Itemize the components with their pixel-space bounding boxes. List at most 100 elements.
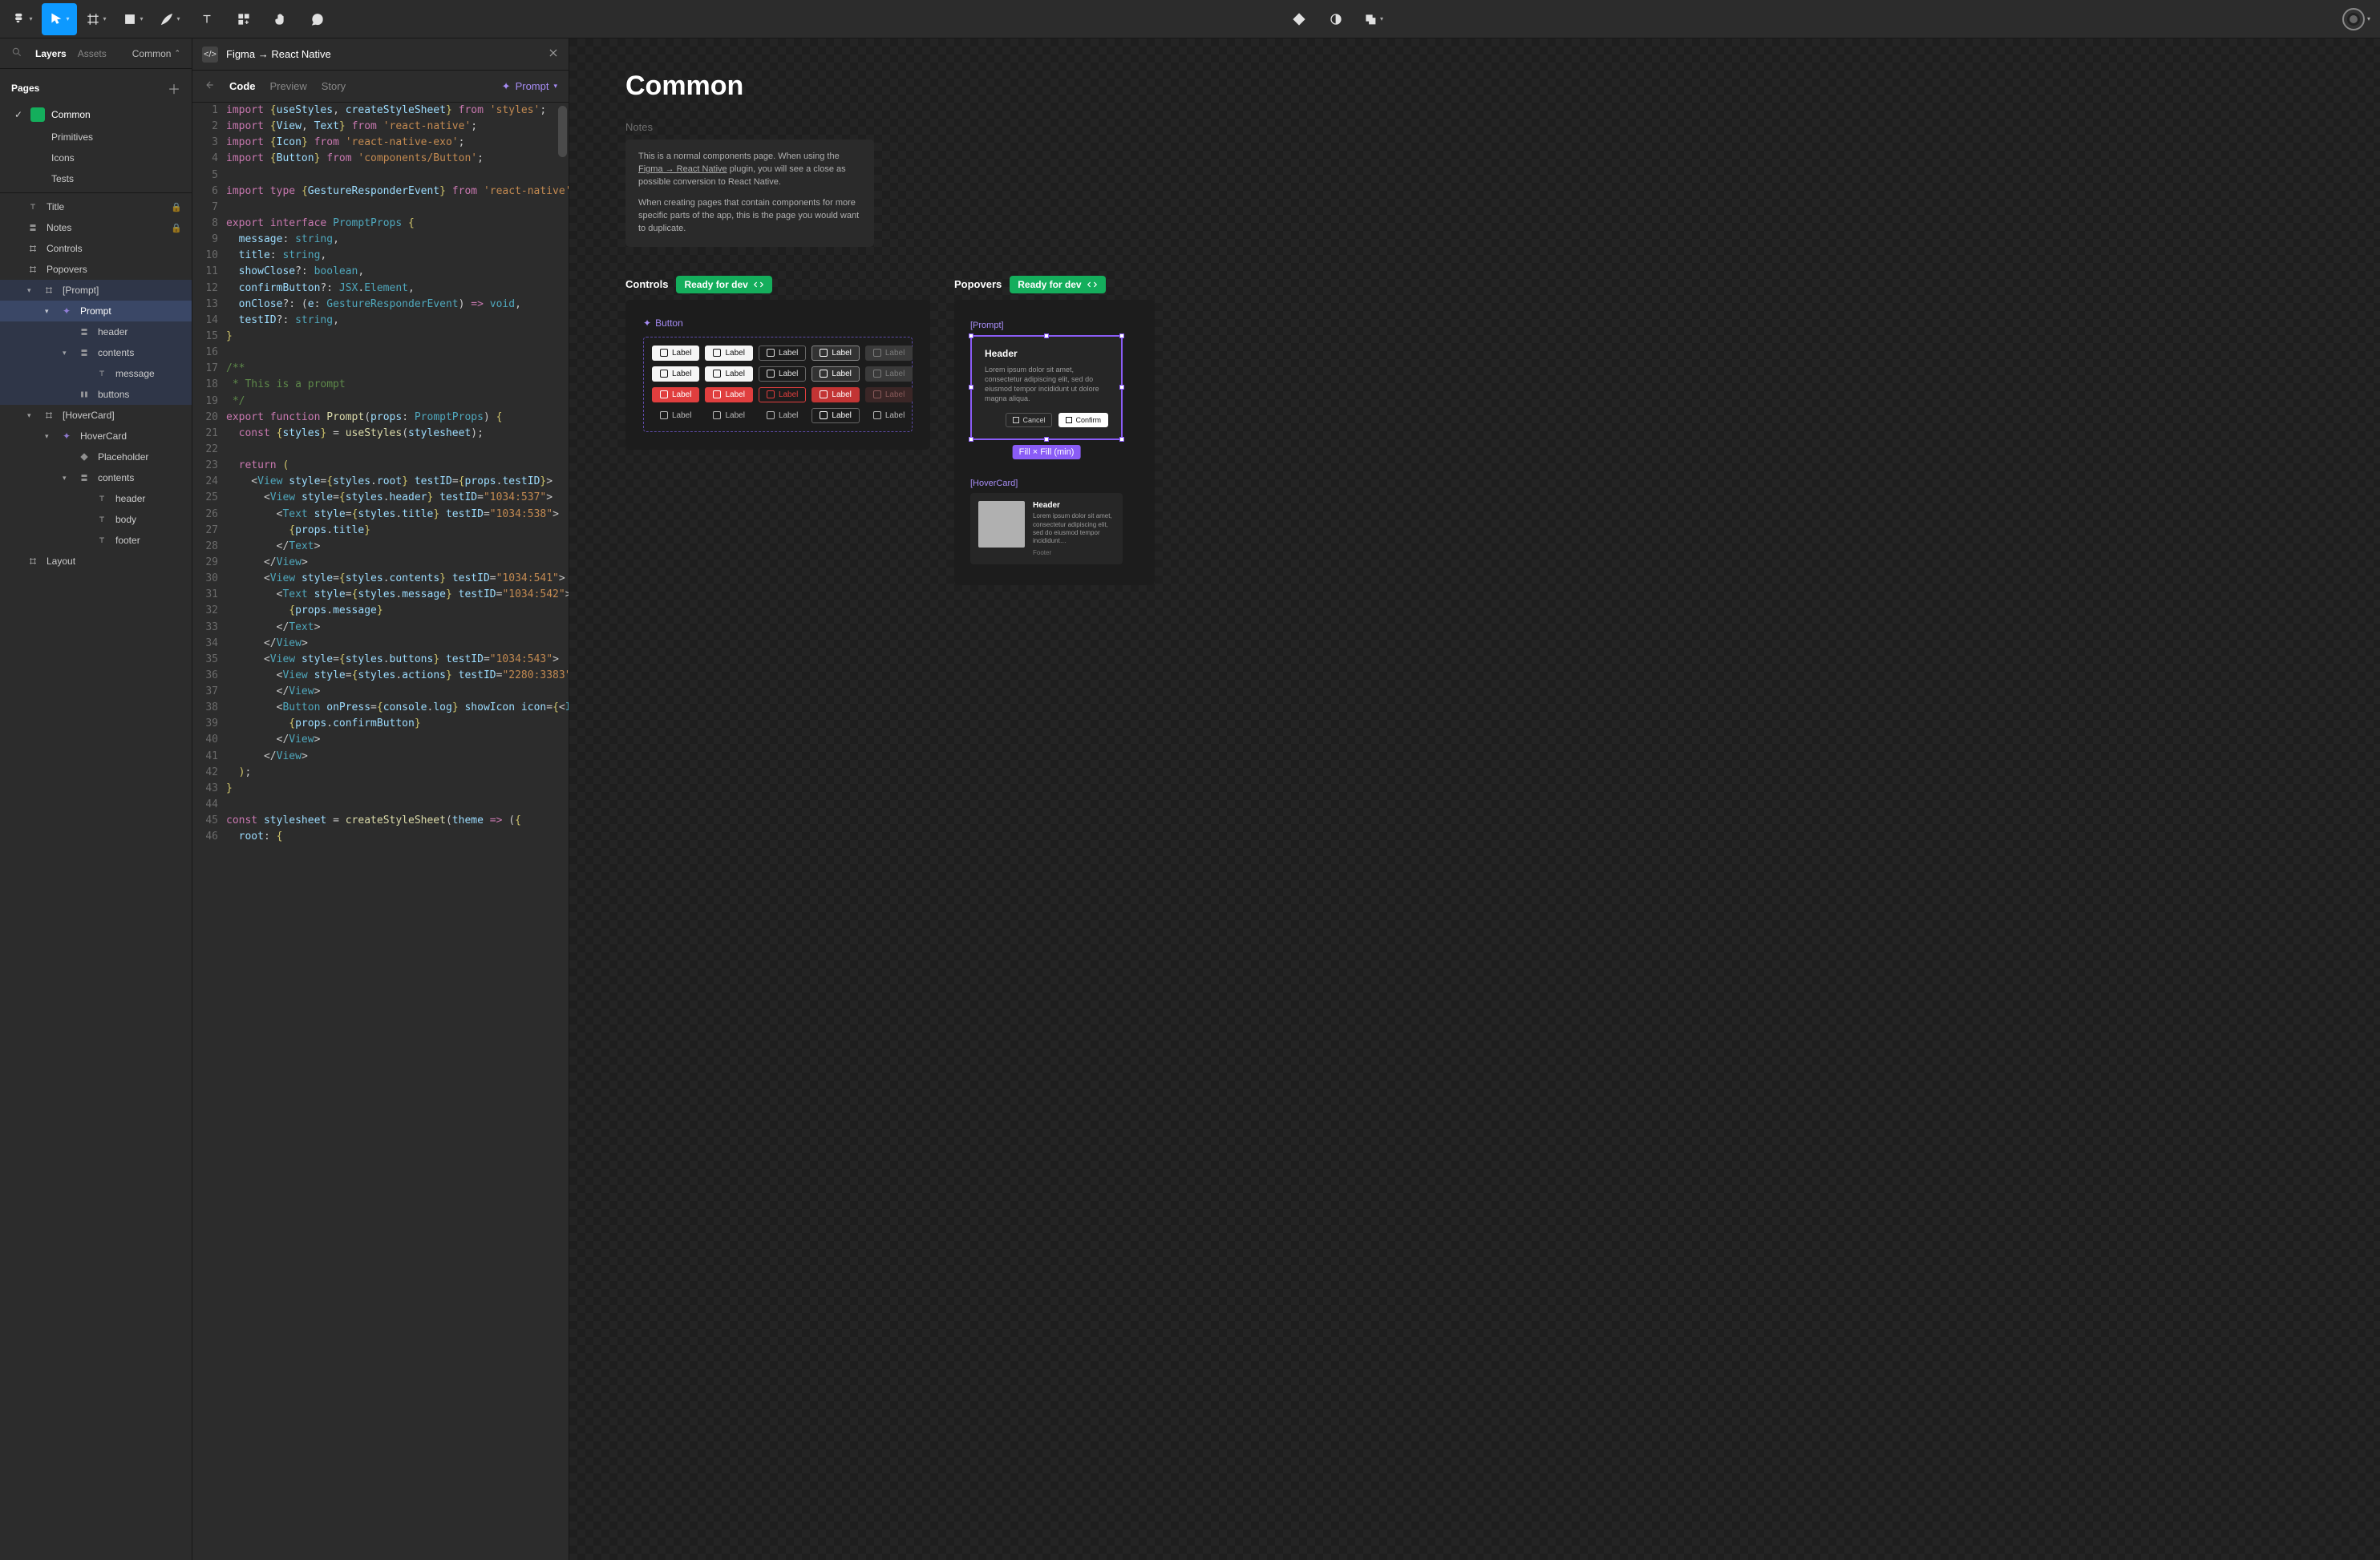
popovers-frame[interactable]: [Prompt] Header Lorem ipsum dolor sit a xyxy=(954,300,1155,585)
demo-button[interactable]: Label xyxy=(759,366,806,382)
code-line[interactable]: 7 xyxy=(192,200,569,216)
selection-handle[interactable] xyxy=(1119,437,1124,442)
resources-button[interactable] xyxy=(226,3,261,35)
code-line[interactable]: 32 {props.message} xyxy=(192,603,569,619)
code-line[interactable]: 31 <Text style={styles.message} testID="… xyxy=(192,587,569,603)
code-line[interactable]: 10 title: string, xyxy=(192,248,569,264)
code-line[interactable]: 38 <Button onPress={console.log} showIco… xyxy=(192,700,569,716)
code-line[interactable]: 28 </Text> xyxy=(192,539,569,555)
demo-button[interactable]: Label xyxy=(759,387,806,402)
figma-menu-button[interactable]: ▾ xyxy=(5,3,40,35)
code-line[interactable]: 46 root: { xyxy=(192,829,569,845)
tab-layers[interactable]: Layers xyxy=(35,48,67,59)
code-line[interactable]: 40 </View> xyxy=(192,732,569,748)
text-tool-button[interactable] xyxy=(189,3,225,35)
hovercard-component[interactable]: Header Lorem ipsum dolor sit amet, conse… xyxy=(970,493,1123,564)
prompt-dropdown[interactable]: ✦ Prompt ▾ xyxy=(502,80,557,93)
code-line[interactable]: 23 return ( xyxy=(192,458,569,474)
code-line[interactable]: 43} xyxy=(192,781,569,797)
demo-button[interactable]: Label xyxy=(652,366,699,382)
code-line[interactable]: 36 <View style={styles.actions} testID="… xyxy=(192,668,569,684)
code-line[interactable]: 14 testID?: string, xyxy=(192,313,569,329)
code-line[interactable]: 19 */ xyxy=(192,394,569,410)
move-tool-button[interactable]: ▾ xyxy=(42,3,77,35)
demo-button[interactable]: Label xyxy=(865,408,913,423)
search-icon[interactable] xyxy=(11,46,22,60)
code-line[interactable]: 29 </View> xyxy=(192,555,569,571)
controls-frame[interactable]: ✦ Button LabelLabelLabelLabelLabelLabelL… xyxy=(625,300,930,450)
chevron-down-icon[interactable]: ▾ xyxy=(63,349,71,358)
back-button[interactable] xyxy=(204,79,215,93)
code-editor[interactable]: 1import {useStyles, createStyleSheet} fr… xyxy=(192,103,569,1560)
canvas[interactable]: Common Notes This is a normal components… xyxy=(569,38,2380,1560)
code-line[interactable]: 6import type {GestureResponderEvent} fro… xyxy=(192,184,569,200)
demo-button[interactable]: Label xyxy=(652,387,699,402)
code-line[interactable]: 8export interface PromptProps { xyxy=(192,216,569,232)
user-avatar-button[interactable]: ▾ xyxy=(2338,3,2375,35)
ready-for-dev-badge[interactable]: Ready for dev xyxy=(1010,276,1105,293)
demo-button[interactable]: Label xyxy=(705,387,752,402)
demo-button[interactable]: Label xyxy=(865,366,913,382)
pen-tool-button[interactable]: ▾ xyxy=(152,3,188,35)
boolean-button[interactable]: ▾ xyxy=(1355,3,1390,35)
scrollbar-thumb[interactable] xyxy=(558,106,567,157)
code-line[interactable]: 22 xyxy=(192,442,569,458)
close-panel-button[interactable] xyxy=(548,47,559,61)
demo-button[interactable]: Label xyxy=(652,408,699,423)
chevron-down-icon[interactable]: ▾ xyxy=(63,474,71,483)
demo-button[interactable]: Label xyxy=(812,387,859,402)
pages-dropdown[interactable]: Common ⌃ xyxy=(132,48,180,59)
confirm-button[interactable]: Confirm xyxy=(1058,413,1108,427)
demo-button[interactable]: Label xyxy=(865,387,913,402)
code-line[interactable]: 21 const {styles} = useStyles(stylesheet… xyxy=(192,426,569,442)
chevron-down-icon[interactable]: ▾ xyxy=(45,432,53,441)
code-line[interactable]: 44 xyxy=(192,797,569,813)
chevron-down-icon[interactable]: ▾ xyxy=(27,286,35,295)
demo-button[interactable]: Label xyxy=(705,408,752,423)
layer-row[interactable]: header xyxy=(0,488,192,509)
page-row[interactable]: ✓ Common xyxy=(0,103,192,127)
layer-row[interactable]: footer xyxy=(0,530,192,551)
code-line[interactable]: 39 {props.confirmButton} xyxy=(192,716,569,732)
code-line[interactable]: 17/** xyxy=(192,361,569,377)
chevron-down-icon[interactable]: ▾ xyxy=(45,307,53,316)
demo-button[interactable]: Label xyxy=(705,366,752,382)
code-line[interactable]: 24 <View style={styles.root} testID={pro… xyxy=(192,474,569,490)
layer-row[interactable]: message xyxy=(0,363,192,384)
demo-button[interactable]: Label xyxy=(865,346,913,361)
layer-row[interactable]: ▾ ✦ HoverCard xyxy=(0,426,192,447)
code-line[interactable]: 16 xyxy=(192,345,569,361)
layer-row[interactable]: ▾ [Prompt] xyxy=(0,280,192,301)
tab-assets[interactable]: Assets xyxy=(78,48,107,59)
code-line[interactable]: 2import {View, Text} from 'react-native'… xyxy=(192,119,569,135)
demo-button[interactable]: Label xyxy=(812,366,859,382)
code-line[interactable]: 13 onClose?: (e: GestureResponderEvent) … xyxy=(192,297,569,313)
tab-story[interactable]: Story xyxy=(322,80,346,92)
frame-name-popovers[interactable]: Popovers xyxy=(954,278,1002,290)
chevron-down-icon[interactable]: ▾ xyxy=(27,411,35,420)
layer-row[interactable]: Popovers xyxy=(0,259,192,280)
layer-row[interactable]: ▾ contents xyxy=(0,467,192,488)
code-line[interactable]: 35 <View style={styles.buttons} testID="… xyxy=(192,652,569,668)
selection-handle[interactable] xyxy=(969,333,973,338)
comment-tool-button[interactable] xyxy=(300,3,335,35)
code-line[interactable]: 9 message: string, xyxy=(192,232,569,248)
code-line[interactable]: 33 </Text> xyxy=(192,620,569,636)
layer-row[interactable]: body xyxy=(0,509,192,530)
demo-button[interactable]: Label xyxy=(812,408,859,423)
demo-button[interactable]: Label xyxy=(705,346,752,361)
contrast-button[interactable] xyxy=(1318,3,1354,35)
selection-handle[interactable] xyxy=(1119,333,1124,338)
frame-tool-button[interactable]: ▾ xyxy=(79,3,114,35)
code-line[interactable]: 34 </View> xyxy=(192,636,569,652)
layer-row[interactable]: ▾ [HoverCard] xyxy=(0,405,192,426)
selection-handle[interactable] xyxy=(1119,385,1124,390)
tab-code[interactable]: Code xyxy=(229,80,256,92)
code-line[interactable]: 15} xyxy=(192,329,569,345)
code-line[interactable]: 11 showClose?: boolean, xyxy=(192,264,569,280)
layer-row[interactable]: Controls xyxy=(0,238,192,259)
page-row[interactable]: ✓ Primitives xyxy=(0,127,192,148)
code-line[interactable]: 37 </View> xyxy=(192,684,569,700)
prompt-component[interactable]: Header Lorem ipsum dolor sit amet, conse… xyxy=(970,335,1123,441)
tab-preview[interactable]: Preview xyxy=(270,80,307,92)
